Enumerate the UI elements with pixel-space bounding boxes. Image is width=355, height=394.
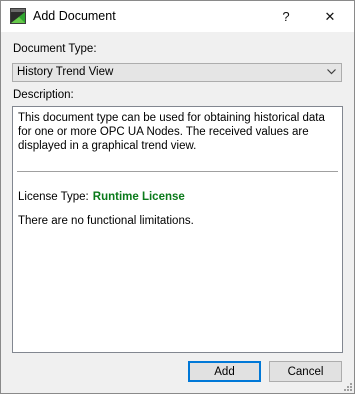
add-document-dialog: Add Document ? ✕ Document Type: History … bbox=[0, 0, 355, 394]
close-icon: ✕ bbox=[324, 8, 336, 24]
license-type-label: License Type: bbox=[18, 191, 89, 203]
document-type-value: History Trend View bbox=[17, 66, 114, 78]
description-divider bbox=[17, 171, 338, 172]
description-text: This document type can be used for obtai… bbox=[18, 112, 325, 152]
app-icon bbox=[10, 8, 26, 24]
description-box[interactable]: This document type can be used for obtai… bbox=[12, 106, 343, 353]
license-line: License Type: Runtime License bbox=[18, 191, 185, 203]
add-button[interactable]: Add bbox=[188, 361, 261, 382]
window-title: Add Document bbox=[33, 9, 116, 23]
description-label: Description: bbox=[13, 89, 74, 101]
limitations-text: There are no functional limitations. bbox=[18, 215, 194, 227]
cancel-button[interactable]: Cancel bbox=[269, 361, 342, 382]
resize-grip-icon[interactable] bbox=[342, 381, 352, 391]
help-button[interactable]: ? bbox=[266, 1, 306, 32]
license-type-value: Runtime License bbox=[92, 191, 185, 203]
document-type-label: Document Type: bbox=[13, 43, 97, 55]
document-type-select[interactable]: History Trend View bbox=[12, 63, 342, 82]
title-bar[interactable]: Add Document ? ✕ bbox=[1, 1, 354, 32]
chevron-down-icon bbox=[327, 69, 336, 75]
help-icon: ? bbox=[282, 9, 290, 24]
close-button[interactable]: ✕ bbox=[310, 1, 350, 32]
